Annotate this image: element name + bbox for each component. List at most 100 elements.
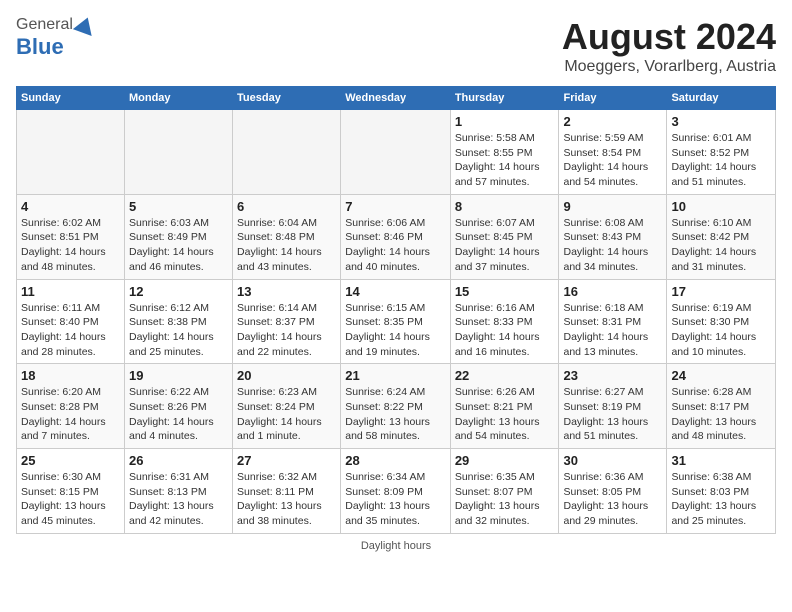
calendar-day-cell: 22Sunrise: 6:26 AM Sunset: 8:21 PM Dayli… (450, 364, 559, 449)
day-number: 14 (345, 284, 446, 299)
day-info: Sunrise: 6:01 AM Sunset: 8:52 PM Dayligh… (671, 131, 771, 190)
day-info: Sunrise: 6:10 AM Sunset: 8:42 PM Dayligh… (671, 216, 771, 275)
day-number: 1 (455, 114, 555, 129)
calendar-day-cell (124, 110, 232, 195)
calendar-week-row: 11 Sunrise: 6:11 AM Sunset: 8:40 PM Dayli… (17, 279, 776, 364)
calendar-day-cell: 31 Sunrise: 6:38 AM Sunset: 8:03 PM Dayli… (667, 449, 776, 534)
day-info: Sunrise: 6:38 AM Sunset: 8:03 PM Dayligh… (671, 470, 771, 529)
page-subtitle: Moeggers, Vorarlberg, Austria (562, 58, 776, 76)
day-number: 25 (21, 453, 120, 468)
day-info: Sunrise: 6:30 AM Sunset: 8:15 PM Dayligh… (21, 470, 120, 529)
day-number: 17 (671, 284, 771, 299)
calendar-day-cell: 15Sunrise: 6:16 AM Sunset: 8:33 PM Dayli… (450, 279, 559, 364)
calendar-day-header: Wednesday (341, 87, 451, 110)
day-info: Sunrise: 6:08 AM Sunset: 8:43 PM Dayligh… (563, 216, 662, 275)
calendar-day-header: Saturday (667, 87, 776, 110)
calendar-day-cell (341, 110, 451, 195)
calendar-day-cell: 27 Sunrise: 6:32 AM Sunset: 8:11 PM Dayli… (233, 449, 341, 534)
day-info: Sunrise: 6:20 AM Sunset: 8:28 PM Dayligh… (21, 385, 120, 444)
calendar-day-cell: 4Sunrise: 6:02 AM Sunset: 8:51 PM Daylig… (17, 194, 125, 279)
day-number: 19 (129, 368, 228, 383)
day-info: Sunrise: 6:23 AM Sunset: 8:24 PM Dayligh… (237, 385, 336, 444)
calendar-day-cell: 9 Sunrise: 6:08 AM Sunset: 8:43 PM Daylig… (559, 194, 667, 279)
day-info: Sunrise: 6:11 AM Sunset: 8:40 PM Dayligh… (21, 301, 120, 360)
calendar-day-header: Thursday (450, 87, 559, 110)
calendar-day-cell: 2 Sunrise: 5:59 AM Sunset: 8:54 PM Daylig… (559, 110, 667, 195)
calendar-day-cell: 17Sunrise: 6:19 AM Sunset: 8:30 PM Dayli… (667, 279, 776, 364)
day-info: Sunrise: 6:27 AM Sunset: 8:19 PM Dayligh… (563, 385, 662, 444)
day-info: Sunrise: 6:35 AM Sunset: 8:07 PM Dayligh… (455, 470, 555, 529)
calendar-day-header: Sunday (17, 87, 125, 110)
logo-general-text: General (16, 16, 73, 34)
day-number: 24 (671, 368, 771, 383)
calendar-day-cell: 7 Sunrise: 6:06 AM Sunset: 8:46 PM Daylig… (341, 194, 451, 279)
logo-blue-text: Blue (16, 34, 64, 60)
day-info: Sunrise: 6:22 AM Sunset: 8:26 PM Dayligh… (129, 385, 228, 444)
day-number: 21 (345, 368, 446, 383)
day-info: Sunrise: 5:58 AM Sunset: 8:55 PM Dayligh… (455, 131, 555, 190)
title-block: August 2024 Moeggers, Vorarlberg, Austri… (562, 16, 776, 76)
day-info: Sunrise: 6:24 AM Sunset: 8:22 PM Dayligh… (345, 385, 446, 444)
calendar-day-cell: 18 Sunrise: 6:20 AM Sunset: 8:28 PM Dayli… (17, 364, 125, 449)
logo-triangle-icon (73, 14, 97, 36)
day-number: 8 (455, 199, 555, 214)
day-number: 10 (671, 199, 771, 214)
day-info: Sunrise: 6:34 AM Sunset: 8:09 PM Dayligh… (345, 470, 446, 529)
day-number: 9 (563, 199, 662, 214)
day-number: 3 (671, 114, 771, 129)
day-number: 28 (345, 453, 446, 468)
day-number: 18 (21, 368, 120, 383)
calendar-week-row: 18 Sunrise: 6:20 AM Sunset: 8:28 PM Dayli… (17, 364, 776, 449)
day-number: 12 (129, 284, 228, 299)
day-info: Sunrise: 5:59 AM Sunset: 8:54 PM Dayligh… (563, 131, 662, 190)
calendar-day-cell (17, 110, 125, 195)
day-info: Sunrise: 6:32 AM Sunset: 8:11 PM Dayligh… (237, 470, 336, 529)
calendar-day-cell: 20 Sunrise: 6:23 AM Sunset: 8:24 PM Dayli… (233, 364, 341, 449)
calendar-day-cell: 1 Sunrise: 5:58 AM Sunset: 8:55 PM Daylig… (450, 110, 559, 195)
calendar-week-row: 1 Sunrise: 5:58 AM Sunset: 8:55 PM Daylig… (17, 110, 776, 195)
calendar-day-cell: 14 Sunrise: 6:15 AM Sunset: 8:35 PM Dayli… (341, 279, 451, 364)
calendar-day-cell: 29Sunrise: 6:35 AM Sunset: 8:07 PM Dayli… (450, 449, 559, 534)
day-number: 4 (21, 199, 120, 214)
calendar-day-header: Tuesday (233, 87, 341, 110)
calendar-table: SundayMondayTuesdayWednesdayThursdayFrid… (16, 86, 776, 534)
calendar-day-cell: 23Sunrise: 6:27 AM Sunset: 8:19 PM Dayli… (559, 364, 667, 449)
calendar-day-cell: 25 Sunrise: 6:30 AM Sunset: 8:15 PM Dayli… (17, 449, 125, 534)
calendar-day-cell: 26 Sunrise: 6:31 AM Sunset: 8:13 PM Dayli… (124, 449, 232, 534)
day-number: 2 (563, 114, 662, 129)
calendar-day-cell: 19 Sunrise: 6:22 AM Sunset: 8:26 PM Dayli… (124, 364, 232, 449)
calendar-day-header: Monday (124, 87, 232, 110)
calendar-day-cell: 16 Sunrise: 6:18 AM Sunset: 8:31 PM Dayli… (559, 279, 667, 364)
day-number: 11 (21, 284, 120, 299)
page-title: August 2024 (562, 16, 776, 58)
day-info: Sunrise: 6:16 AM Sunset: 8:33 PM Dayligh… (455, 301, 555, 360)
day-info: Sunrise: 6:36 AM Sunset: 8:05 PM Dayligh… (563, 470, 662, 529)
day-number: 26 (129, 453, 228, 468)
day-info: Sunrise: 6:18 AM Sunset: 8:31 PM Dayligh… (563, 301, 662, 360)
day-number: 31 (671, 453, 771, 468)
calendar-day-cell: 8 Sunrise: 6:07 AM Sunset: 8:45 PM Daylig… (450, 194, 559, 279)
calendar-day-cell: 28 Sunrise: 6:34 AM Sunset: 8:09 PM Dayli… (341, 449, 451, 534)
day-number: 16 (563, 284, 662, 299)
calendar-day-cell: 13 Sunrise: 6:14 AM Sunset: 8:37 PM Dayli… (233, 279, 341, 364)
calendar-day-cell: 12Sunrise: 6:12 AM Sunset: 8:38 PM Dayli… (124, 279, 232, 364)
day-info: Sunrise: 6:14 AM Sunset: 8:37 PM Dayligh… (237, 301, 336, 360)
day-number: 27 (237, 453, 336, 468)
day-number: 22 (455, 368, 555, 383)
day-number: 13 (237, 284, 336, 299)
day-info: Sunrise: 6:15 AM Sunset: 8:35 PM Dayligh… (345, 301, 446, 360)
calendar-day-cell: 3 Sunrise: 6:01 AM Sunset: 8:52 PM Daylig… (667, 110, 776, 195)
calendar-day-cell: 24Sunrise: 6:28 AM Sunset: 8:17 PM Dayli… (667, 364, 776, 449)
day-info: Sunrise: 6:03 AM Sunset: 8:49 PM Dayligh… (129, 216, 228, 275)
day-number: 7 (345, 199, 446, 214)
calendar-day-cell: 6Sunrise: 6:04 AM Sunset: 8:48 PM Daylig… (233, 194, 341, 279)
calendar-day-cell: 5 Sunrise: 6:03 AM Sunset: 8:49 PM Daylig… (124, 194, 232, 279)
day-info: Sunrise: 6:07 AM Sunset: 8:45 PM Dayligh… (455, 216, 555, 275)
day-number: 20 (237, 368, 336, 383)
footer-note: Daylight hours (16, 540, 776, 552)
day-info: Sunrise: 6:06 AM Sunset: 8:46 PM Dayligh… (345, 216, 446, 275)
calendar-day-cell: 30Sunrise: 6:36 AM Sunset: 8:05 PM Dayli… (559, 449, 667, 534)
calendar-week-row: 25 Sunrise: 6:30 AM Sunset: 8:15 PM Dayli… (17, 449, 776, 534)
day-info: Sunrise: 6:31 AM Sunset: 8:13 PM Dayligh… (129, 470, 228, 529)
day-number: 5 (129, 199, 228, 214)
